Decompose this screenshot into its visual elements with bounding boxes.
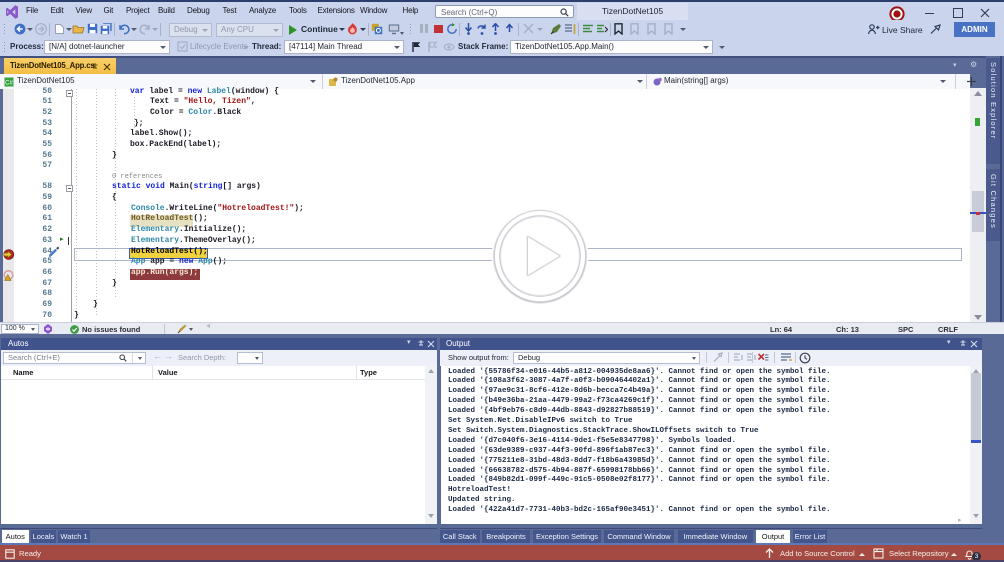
svg-text:C#: C#: [5, 80, 13, 86]
